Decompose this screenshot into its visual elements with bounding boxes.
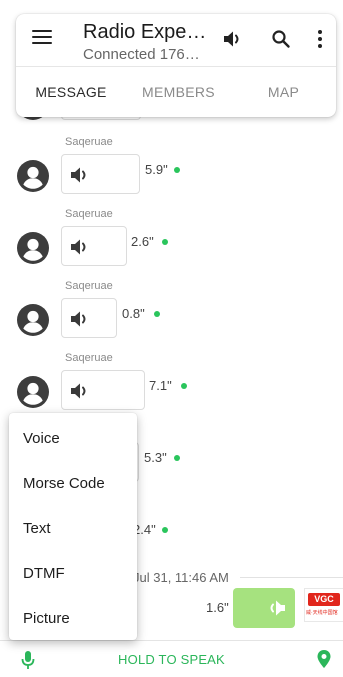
unread-dot xyxy=(174,167,180,173)
sender-name: Saqeruae xyxy=(65,352,113,364)
speaker-icon xyxy=(69,165,91,185)
bottom-bar: HOLD TO SPEAK xyxy=(0,640,343,677)
user-avatar-logo[interactable]: VGC 威·天线中国馆 xyxy=(304,588,343,622)
separator-line xyxy=(240,577,343,578)
message-duration: 5.3" xyxy=(144,450,167,465)
map-pin-icon[interactable] xyxy=(316,649,332,669)
avatar[interactable] xyxy=(17,160,49,192)
title-block: Radio Expe… Connected 176… xyxy=(83,20,233,65)
tab-map[interactable]: MAP xyxy=(231,67,336,117)
speaker-icon[interactable] xyxy=(221,27,245,51)
sender-name: Saqeruae xyxy=(65,280,113,292)
voice-message-bubble[interactable] xyxy=(61,298,117,338)
connection-status: Connected 176… xyxy=(83,46,200,63)
menu-item-text[interactable]: Text xyxy=(9,506,137,551)
menu-item-voice[interactable]: Voice xyxy=(9,416,137,461)
avatar[interactable] xyxy=(17,376,49,408)
list-item: Saqeruae 0.8" xyxy=(0,280,343,352)
message-duration: 0.8" xyxy=(122,306,145,321)
menu-item-morse-code[interactable]: Morse Code xyxy=(9,461,137,506)
page-title: Radio Expe… xyxy=(83,21,207,43)
message-duration: 5.9" xyxy=(145,162,168,177)
unread-dot xyxy=(154,311,160,317)
speaker-icon xyxy=(69,237,91,257)
voice-message-bubble[interactable] xyxy=(61,154,140,194)
sender-name: Saqeruae xyxy=(65,208,113,220)
tab-message[interactable]: MESSAGE xyxy=(16,67,126,117)
message-duration: 2.6" xyxy=(131,234,154,249)
list-item: Saqeruae 2.6" xyxy=(0,208,343,280)
message-duration: 1.6" xyxy=(206,600,229,615)
list-item: Saqeruae 5.9" xyxy=(0,136,343,208)
tab-bar: MESSAGE MEMBERS MAP xyxy=(16,67,336,117)
voice-message-bubble[interactable] xyxy=(61,226,127,266)
logo-subtext: 威·天线中国馆 xyxy=(306,610,338,616)
search-icon[interactable] xyxy=(269,27,293,51)
unread-dot xyxy=(162,527,168,533)
menu-item-dtmf[interactable]: DTMF xyxy=(9,551,137,596)
menu-icon[interactable] xyxy=(32,30,52,48)
time-separator: Jul 31, 11:46 AM xyxy=(133,570,229,585)
avatar[interactable] xyxy=(17,304,49,336)
header-card: Radio Expe… Connected 176… MESSAGE MEMBE… xyxy=(16,14,336,117)
avatar[interactable] xyxy=(17,232,49,264)
hold-to-speak-button[interactable]: HOLD TO SPEAK xyxy=(0,641,343,677)
menu-item-picture[interactable]: Picture xyxy=(9,596,137,641)
tab-members[interactable]: MEMBERS xyxy=(126,67,231,117)
unread-dot xyxy=(181,383,187,389)
message-duration: 7.1" xyxy=(149,378,172,393)
sender-name: Saqeruae xyxy=(65,136,113,148)
message-type-menu: Voice Morse Code Text DTMF Picture xyxy=(9,413,137,640)
more-vertical-icon[interactable] xyxy=(308,27,332,51)
speaker-icon xyxy=(69,309,91,329)
voice-message-bubble[interactable] xyxy=(61,370,145,410)
speaker-icon xyxy=(267,598,287,618)
own-voice-message-bubble[interactable] xyxy=(233,588,295,628)
unread-dot xyxy=(174,455,180,461)
app-bar: Radio Expe… Connected 176… xyxy=(16,14,336,66)
speaker-icon xyxy=(69,381,91,401)
logo-text: VGC xyxy=(308,593,340,606)
unread-dot xyxy=(162,239,168,245)
